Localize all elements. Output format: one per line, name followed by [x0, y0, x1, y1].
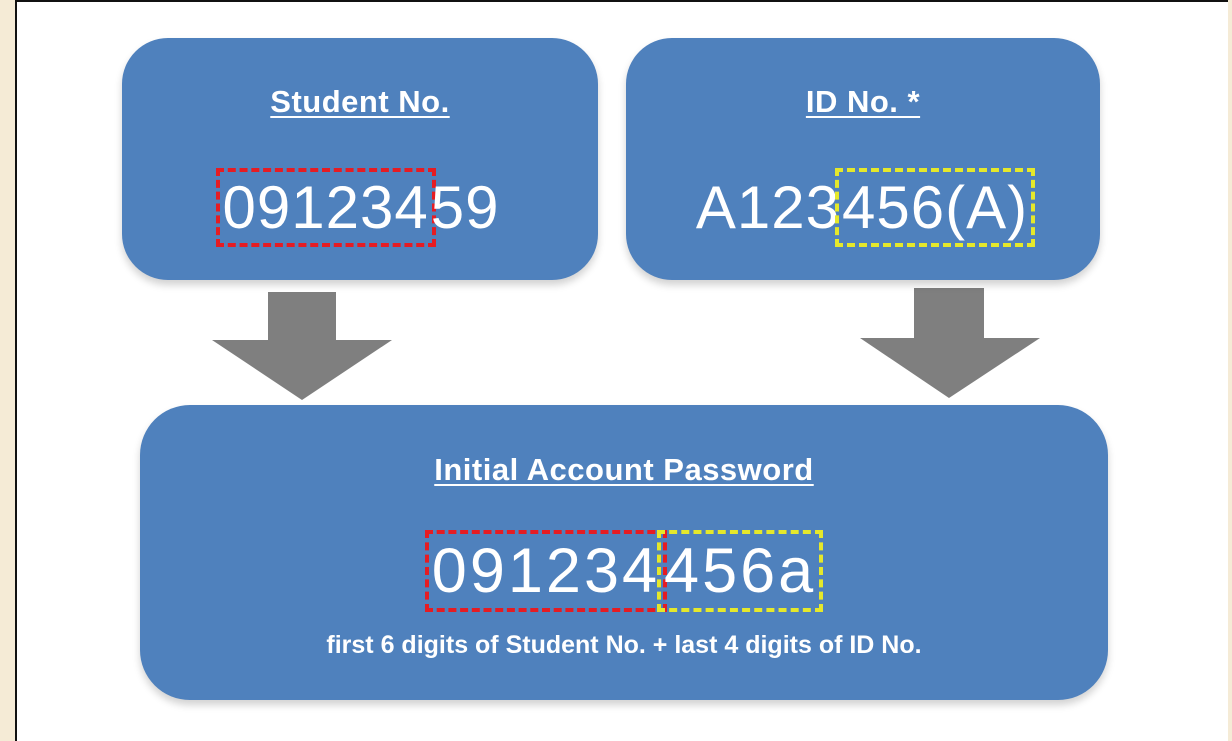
password-student-part: 091234	[424, 529, 668, 613]
student-number-highlighted-digits: 091234	[215, 168, 436, 247]
id-number-highlighted-chars: 456(A)	[835, 168, 1036, 247]
initial-password-value: 091234456a	[140, 529, 1108, 613]
student-number-remaining-digits: 59	[430, 174, 500, 241]
initial-password-heading: Initial Account Password	[434, 452, 814, 487]
password-rule-caption: first 6 digits of Student No. + last 4 d…	[326, 631, 922, 659]
initial-password-box: Initial Account Password 091234456a firs…	[140, 405, 1108, 700]
student-number-heading: Student No.	[270, 84, 450, 119]
password-id-part: 456a	[657, 529, 824, 613]
id-number-leading-chars: A123	[695, 174, 841, 241]
student-number-box: Student No. 09123459	[122, 38, 598, 280]
id-number-value: A123456(A)	[626, 168, 1100, 247]
id-number-box: ID No. * A123456(A)	[626, 38, 1100, 280]
student-number-value: 09123459	[122, 168, 598, 247]
id-number-heading: ID No. *	[805, 84, 921, 119]
